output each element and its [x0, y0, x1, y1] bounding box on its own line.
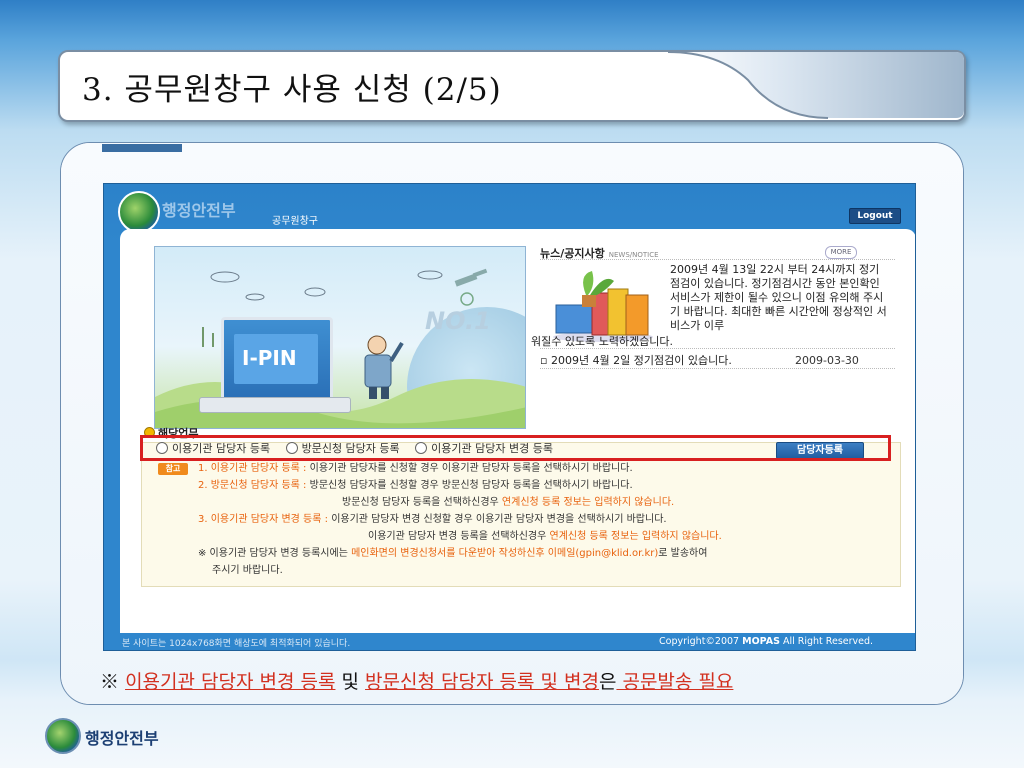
businessman-icon	[364, 335, 404, 399]
site-body: I-PIN NO.1 뉴스/공지사항 NEWS/NOTICE MORE 2009…	[120, 229, 915, 633]
embedded-screenshot: 행정안전부 공무원창구 Logout I-PIN NO.1 뉴스/공지사항 NE…	[103, 183, 916, 651]
reference-badge: 참고	[158, 463, 188, 475]
note-4b: 주시기 바랍니다.	[212, 565, 283, 576]
title-decoration	[667, 51, 964, 119]
news-more-button[interactable]: MORE	[825, 246, 857, 259]
logout-button[interactable]: Logout	[849, 208, 901, 224]
site-header: 행정안전부 공무원창구 Logout	[104, 184, 915, 233]
footer-copyright: Copyright©2007 MOPAS All Right Reserved.	[659, 636, 874, 647]
news-featured-text: 2009년 4월 13일 22시 부터 24시까지 정기 점검이 있습니다. 정…	[670, 263, 887, 332]
ministry-emblem-icon	[45, 718, 81, 754]
news-featured-tail: 워질수 있도록 노력하겠습니다.	[531, 335, 674, 348]
note-2: 2. 방문신청 담당자 등록 : 방문신청 담당자를 신청할 경우 방문신청 담…	[198, 480, 633, 491]
site-name: 공무원창구	[272, 216, 318, 227]
highlight-box	[140, 435, 891, 461]
note-4: ※ 이용기관 담당자 변경 등록시에는 메인화면의 변경신청서를 다운받아 작성…	[198, 548, 708, 559]
books-icon	[553, 271, 653, 342]
note-1: 1. 이용기관 담당자 등록 : 이용기관 담당자를 신청할 경우 이용기관 담…	[198, 463, 633, 474]
news-item-date: 2009-03-30	[795, 354, 859, 367]
slide-title: 3. 공무원창구 사용 신청 (2/5)	[82, 72, 502, 108]
note-2b: 방문신청 담당자 등록을 선택하신경우 연계신청 등록 정보는 입력하지 않습니…	[342, 497, 675, 508]
note-3: 3. 이용기관 담당자 변경 등록 : 이용기관 담당자 변경 신청할 경우 이…	[198, 514, 667, 525]
ipin-illustration: I-PIN NO.1	[154, 246, 526, 429]
site-logo-text: 행정안전부	[162, 201, 236, 220]
no1-badge: NO.1	[425, 307, 491, 335]
slide-caption: ※ 이용기관 담당자 변경 등록 및 방문신청 담당자 등록 및 변경은 공문발…	[100, 671, 734, 693]
news-item-link[interactable]: ▫ 2009년 4월 2일 정기점검이 있습니다.	[540, 352, 732, 368]
slide-title-bar: 3. 공무원창구 사용 신청 (2/5)	[58, 50, 966, 122]
accent-strip	[102, 144, 182, 152]
footer-resolution-note: 본 사이트는 1024x768화면 해상도에 최적화되어 있습니다.	[122, 639, 351, 649]
monitor-graphic: I-PIN	[221, 317, 333, 403]
ipin-label: I-PIN	[242, 346, 297, 370]
brand-name: 행정안전부	[85, 729, 159, 748]
keyboard-graphic	[199, 397, 351, 413]
note-3b: 이용기관 담당자 변경 등록을 선택하신경우 연계신청 등록 정보는 입력하지 …	[368, 531, 722, 542]
ministry-logo-icon	[118, 191, 160, 233]
